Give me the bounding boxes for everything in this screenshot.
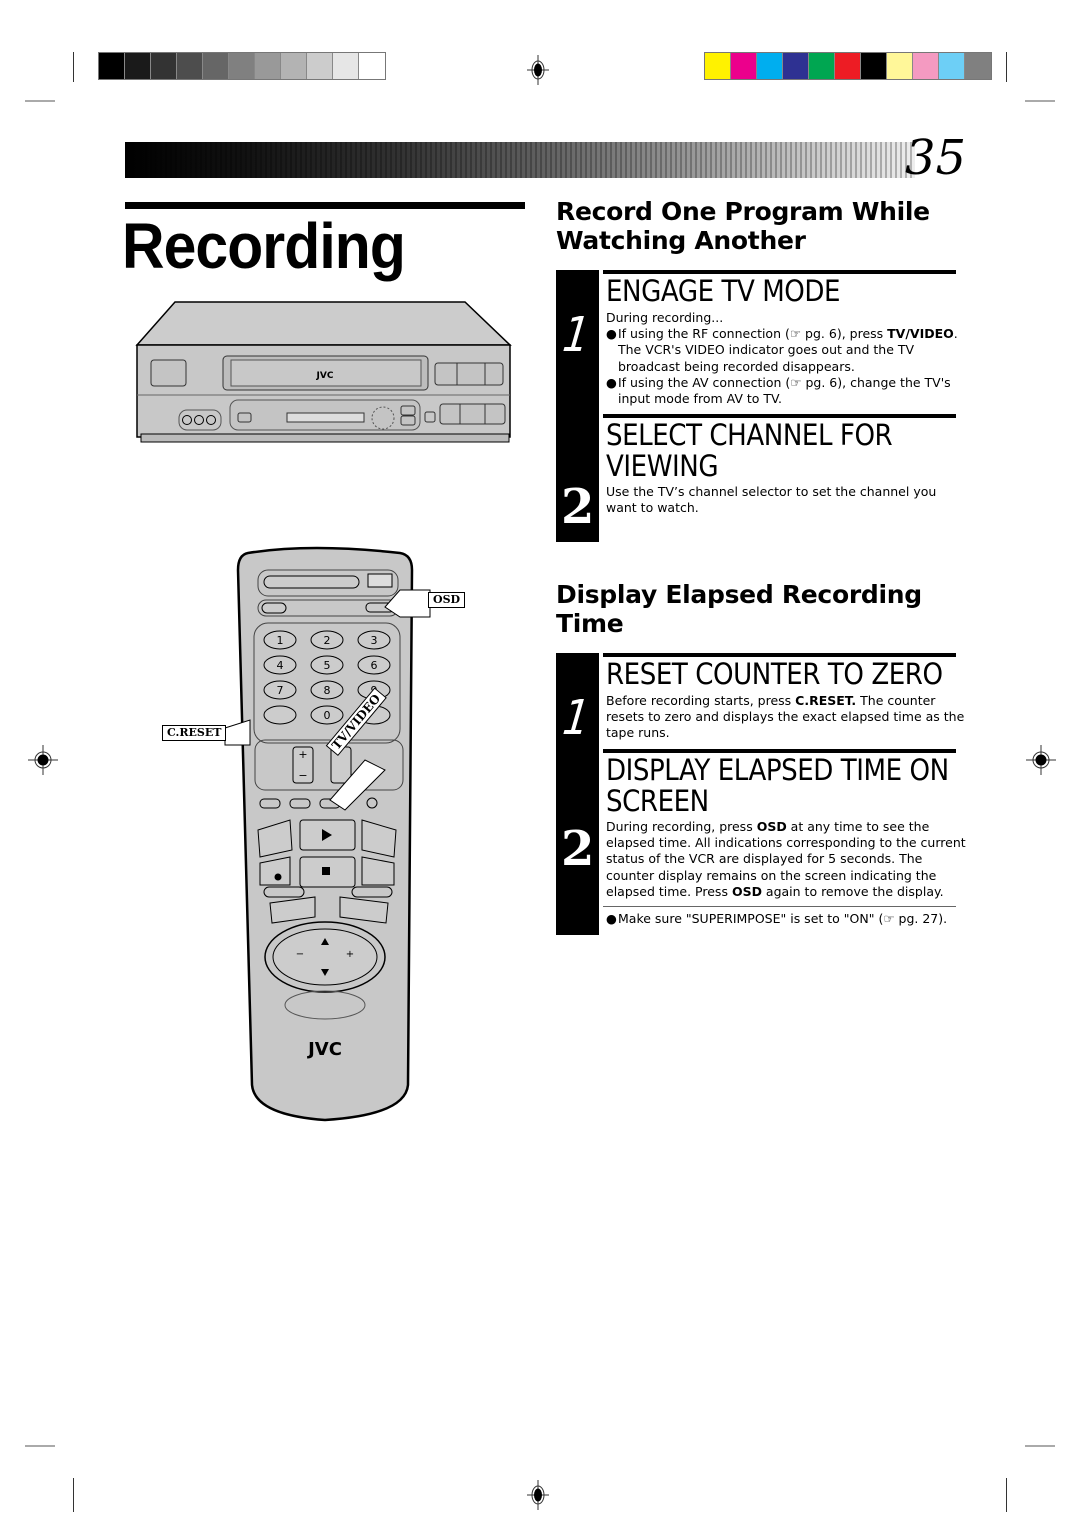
color-swatch xyxy=(783,53,809,79)
keypad-label: 4 xyxy=(277,659,284,672)
color-swatch xyxy=(731,53,757,79)
step-body: Before recording starts, press C.RESET. … xyxy=(606,693,965,741)
reference-hand-icon: ☞ xyxy=(883,911,895,926)
remote-control-illustration: 1234567890 +− −+ JVC xyxy=(224,546,431,1122)
color-calibration-bar xyxy=(704,52,992,80)
crop-mark xyxy=(25,1445,55,1447)
registration-mark-icon xyxy=(527,1480,549,1510)
color-swatch xyxy=(757,53,783,79)
svg-text:−: − xyxy=(296,949,304,960)
crop-mark xyxy=(1025,1445,1055,1447)
color-swatch xyxy=(809,53,835,79)
step-number: 2 xyxy=(561,479,595,535)
vcr-illustration: JVC xyxy=(135,301,512,443)
registration-mark-icon xyxy=(1026,745,1056,775)
creset-callout-label: C.RESET xyxy=(162,725,227,741)
step-reset-counter: 1 RESET COUNTER TO ZERO Before recording… xyxy=(556,653,964,749)
osd-callout-label: OSD xyxy=(428,592,466,608)
crop-mark xyxy=(1006,52,1007,82)
step-engage-tv-mode: 1 ENGAGE TV MODE During recording... ● If… xyxy=(556,270,958,415)
color-swatch xyxy=(913,53,939,79)
color-swatch xyxy=(835,53,861,79)
section-heading-line: Time xyxy=(556,609,624,638)
svg-text:−: − xyxy=(298,769,307,782)
step-heading: SELECT CHANNEL FOR VIEWING xyxy=(606,418,893,483)
color-swatch xyxy=(939,53,965,79)
registration-mark-icon xyxy=(28,745,58,775)
reference-hand-icon: ☞ xyxy=(790,374,802,390)
section-heading-record-while-watching: Record One Program While Watching Anothe… xyxy=(556,197,930,255)
keypad-label: 0 xyxy=(324,709,331,722)
svg-text:+: + xyxy=(298,748,307,761)
keypad-label: 1 xyxy=(277,634,284,647)
color-swatch xyxy=(255,53,281,79)
color-swatch xyxy=(861,53,887,79)
registration-mark-icon xyxy=(527,55,549,85)
step-number: 1 xyxy=(559,307,593,363)
keypad-button xyxy=(263,705,297,725)
step-number: 2 xyxy=(561,821,595,877)
section-heading-line: Record One Program While xyxy=(556,197,930,226)
step-note: ● Make sure "SUPERIMPOSE" is set to "ON" … xyxy=(606,911,948,926)
color-swatch xyxy=(203,53,229,79)
keypad-label: 6 xyxy=(371,659,378,672)
color-swatch xyxy=(151,53,177,79)
crop-mark xyxy=(1025,100,1055,102)
remote-brand-logo: JVC xyxy=(306,1039,342,1060)
grayscale-calibration-bar xyxy=(98,52,386,80)
color-swatch xyxy=(125,53,151,79)
step-body: During recording... ● If using the RF con… xyxy=(606,310,966,407)
color-swatch xyxy=(705,53,731,79)
keypad-label: 3 xyxy=(371,634,378,647)
color-swatch xyxy=(965,53,991,79)
color-swatch xyxy=(229,53,255,79)
page-title: Recording xyxy=(122,210,406,282)
keypad-label: 5 xyxy=(324,659,331,672)
step-heading: RESET COUNTER TO ZERO xyxy=(606,657,943,691)
header-gradient-band xyxy=(125,142,915,178)
color-swatch xyxy=(281,53,307,79)
step-heading: ENGAGE TV MODE xyxy=(606,274,841,308)
step-number-badge: 1 xyxy=(556,270,599,415)
step-number-badge: 2 xyxy=(556,749,599,935)
svg-text:+: + xyxy=(346,949,354,960)
color-swatch xyxy=(177,53,203,79)
step-number: 1 xyxy=(559,690,593,746)
step-body: Use the TV’s channel selector to set the… xyxy=(606,484,937,516)
color-swatch xyxy=(307,53,333,79)
crop-mark xyxy=(73,52,74,82)
crop-mark xyxy=(1006,1478,1007,1512)
section-heading-line: Watching Another xyxy=(556,226,806,255)
color-swatch xyxy=(359,53,385,79)
crop-mark xyxy=(73,1478,74,1512)
bullet-item: ● If using the AV connection (☞ pg. 6), c… xyxy=(606,374,951,407)
step-number-badge: 1 xyxy=(556,653,599,749)
section-heading-display-elapsed-time: Display Elapsed Recording Time xyxy=(556,580,922,638)
vcr-brand-logo: JVC xyxy=(316,371,334,381)
step-display-elapsed-time: 2 DISPLAY ELAPSED TIME ON SCREEN During r… xyxy=(556,749,966,935)
step-select-channel: 2 SELECT CHANNEL FOR VIEWING Use the TV’s… xyxy=(556,414,956,542)
reference-hand-icon: ☞ xyxy=(789,326,802,342)
page-number: 35 xyxy=(905,130,967,186)
color-swatch xyxy=(99,53,125,79)
step-number-badge: 2 xyxy=(556,414,599,542)
keypad-label: 7 xyxy=(277,684,284,697)
color-swatch xyxy=(887,53,913,79)
keypad-label: 8 xyxy=(324,684,331,697)
step-intro: During recording... xyxy=(606,310,724,325)
crop-mark xyxy=(25,100,55,102)
step-body: During recording, press OSD at any time … xyxy=(606,819,966,899)
note-divider xyxy=(603,906,956,907)
color-swatch xyxy=(333,53,359,79)
step-heading: DISPLAY ELAPSED TIME ON SCREEN xyxy=(606,753,949,818)
keypad-label: 2 xyxy=(324,634,331,647)
section-heading-line: Display Elapsed Recording xyxy=(556,580,922,609)
bullet-item: ● If using the RF connection (☞ pg. 6), p… xyxy=(606,326,958,374)
